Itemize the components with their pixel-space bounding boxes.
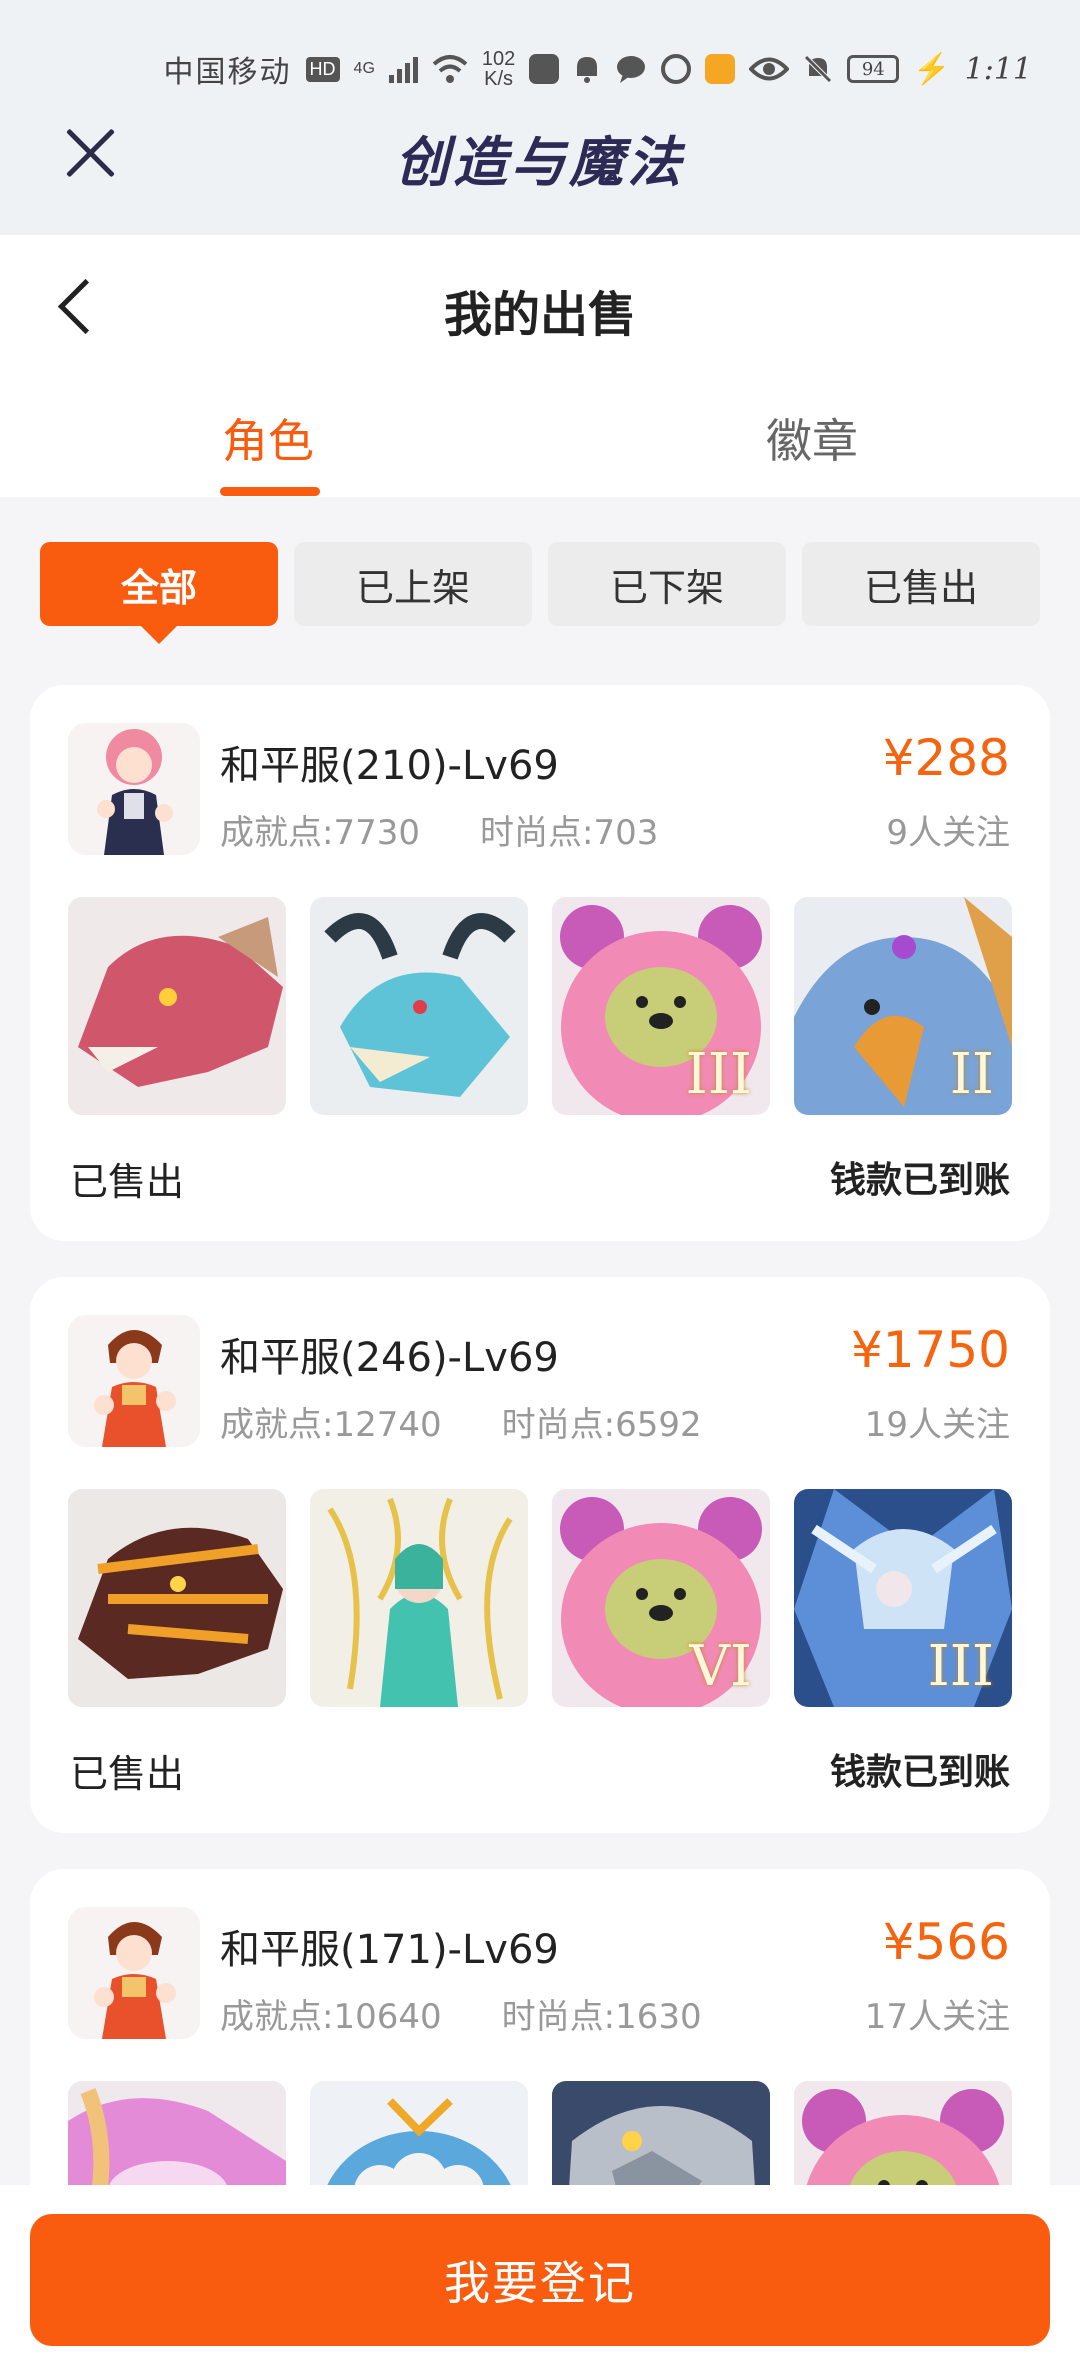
level-badge: VI xyxy=(689,1634,752,1699)
server-name: 和平服(171)-Lv69 xyxy=(220,1927,559,1973)
server-name: 和平服(210)-Lv69 xyxy=(220,743,559,789)
price: ¥288 xyxy=(882,729,1010,787)
net-speed-value: 102 xyxy=(481,48,516,70)
network-type: 4G xyxy=(353,60,375,77)
net-speed-unit: K/s xyxy=(484,68,514,90)
eye-icon xyxy=(749,57,790,81)
sale-status: 已售出 xyxy=(70,1752,185,1796)
carrier-name: 中国移动 xyxy=(163,55,292,90)
register-button[interactable]: 我要登记 xyxy=(30,2214,1050,2346)
thumb-pink-bear-pet: VI xyxy=(552,1489,770,1707)
thumb-fire-dragon-mount xyxy=(68,1489,286,1707)
listing-card[interactable]: 和平服(171)-Lv69 成就点:10640 时尚点:1630 ¥566 17… xyxy=(30,1869,1050,2229)
item-thumbnails: VI III xyxy=(68,1489,1012,1707)
level-badge: II xyxy=(949,1042,994,1107)
mute-icon xyxy=(804,55,833,83)
avatar xyxy=(68,1907,200,2039)
price: ¥566 xyxy=(882,1913,1010,1971)
listing-card[interactable]: 和平服(210)-Lv69 成就点:7730 时尚点:703 ¥288 9人关注… xyxy=(30,685,1050,1241)
filter-listed[interactable]: 已上架 xyxy=(294,542,532,626)
filter-sold[interactable]: 已售出 xyxy=(802,542,1040,626)
achievement-points: 成就点:7730 xyxy=(220,813,420,853)
achievement-points: 成就点:12740 xyxy=(220,1405,442,1445)
server-name: 和平服(246)-Lv69 xyxy=(220,1335,559,1381)
bell-icon xyxy=(577,57,598,83)
followers-count: 9人关注 xyxy=(886,813,1010,853)
filter-delisted[interactable]: 已下架 xyxy=(548,542,786,626)
item-thumbnails: III II xyxy=(68,897,1012,1115)
app-title: 创造与魔法 xyxy=(395,130,685,194)
app-top-bar: 中国移动 HD 4G 102 K/s 94 ⚡ 1:11 创造与魔法 xyxy=(0,0,1080,235)
filter-bar: 全部 已上架 已下架 已售出 xyxy=(40,542,1040,644)
tab-badge[interactable]: 徽章 xyxy=(766,405,858,471)
net-speed: 102 K/s xyxy=(482,49,515,89)
payment-status: 钱款已到账 xyxy=(829,1160,1010,1201)
battery-icon: 94 xyxy=(847,55,900,83)
hd-badge: HD xyxy=(305,56,340,82)
followers-count: 19人关注 xyxy=(864,1405,1010,1445)
signal-icon xyxy=(388,55,418,83)
loading-icon xyxy=(661,54,692,84)
tab-active-indicator xyxy=(220,487,320,496)
achievement-points: 成就点:10640 xyxy=(220,1997,442,2037)
fashion-points: 时尚点:1630 xyxy=(501,1997,702,2037)
wifi-icon xyxy=(432,55,468,83)
role-stats: 成就点:10640 时尚点:1630 xyxy=(220,1989,702,2038)
fashion-points: 时尚点:6592 xyxy=(501,1405,702,1445)
tab-role[interactable]: 角色 xyxy=(222,405,314,471)
thumb-red-dragon-mount xyxy=(68,897,286,1115)
thumb-blue-eagle-pet: II xyxy=(794,897,1012,1115)
status-bar: 中国移动 HD 4G 102 K/s 94 ⚡ 1:11 xyxy=(164,44,1032,94)
level-badge: III xyxy=(927,1634,994,1699)
thumb-ice-dragon-mount xyxy=(310,897,528,1115)
status-time: 1:11 xyxy=(964,51,1032,87)
charging-icon: ⚡ xyxy=(913,51,951,87)
thumb-frost-warrior-pet: III xyxy=(794,1489,1012,1707)
followers-count: 17人关注 xyxy=(864,1997,1010,2037)
role-stats: 成就点:7730 时尚点:703 xyxy=(220,805,658,854)
thumb-pink-bear-pet: III xyxy=(552,897,770,1115)
role-stats: 成就点:12740 时尚点:6592 xyxy=(220,1397,702,1446)
page-title: 我的出售 xyxy=(443,287,636,343)
chat-icon xyxy=(617,56,646,83)
page-header: 我的出售 角色 徽章 xyxy=(0,235,1080,497)
app-notification-icon xyxy=(705,54,736,84)
fashion-points: 时尚点:703 xyxy=(479,813,659,853)
mail-icon xyxy=(529,54,560,84)
price: ¥1750 xyxy=(850,1321,1010,1379)
sale-status: 已售出 xyxy=(70,1160,185,1204)
avatar xyxy=(68,723,200,855)
filter-all[interactable]: 全部 xyxy=(40,542,278,644)
avatar xyxy=(68,1315,200,1447)
level-badge: III xyxy=(685,1042,752,1107)
payment-status: 钱款已到账 xyxy=(829,1752,1010,1793)
thumb-golden-goddess-pet xyxy=(310,1489,528,1707)
listing-card[interactable]: 和平服(246)-Lv69 成就点:12740 时尚点:6592 ¥1750 1… xyxy=(30,1277,1050,1833)
bottom-bar: 我要登记 xyxy=(0,2185,1080,2376)
